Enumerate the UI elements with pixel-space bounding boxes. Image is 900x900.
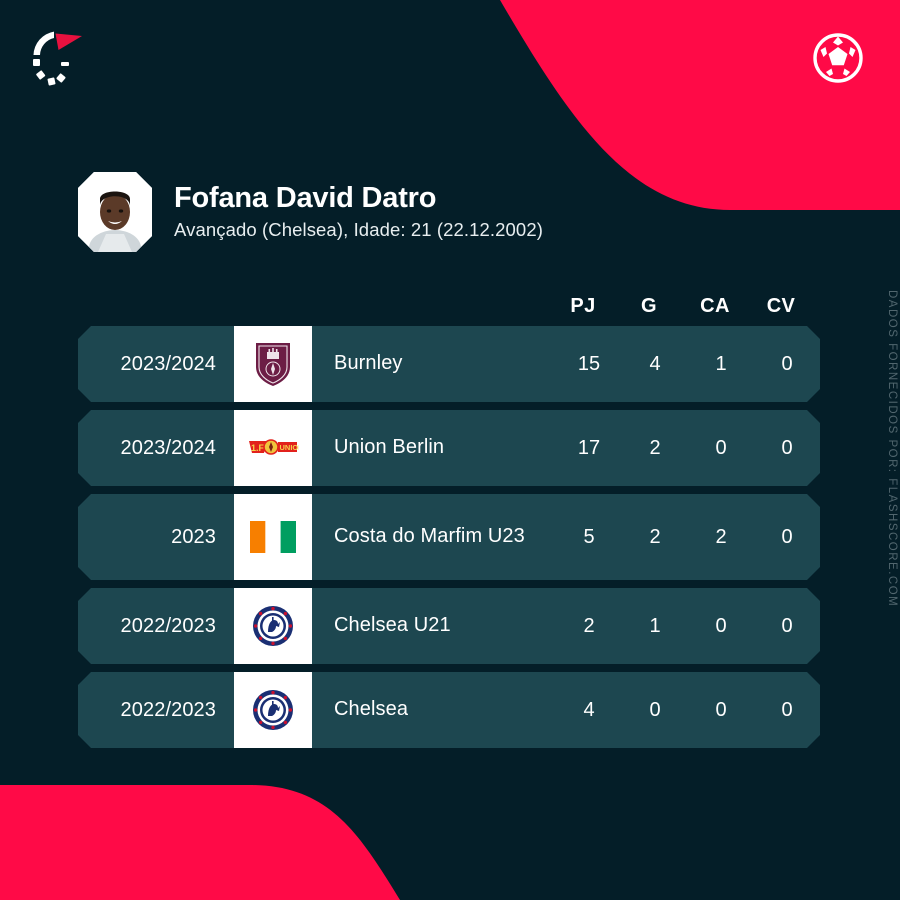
cell-g: 1 [649,614,661,637]
cell-pj: 2 [583,614,595,637]
cell-pj: 15 [577,352,601,375]
screenshot-root: Fofana David Datro Avançado (Chelsea), I… [0,0,900,900]
cell-season: 2023 [171,525,216,548]
page-title: Fofana David Datro [174,182,437,215]
column-header-pj: PJ [570,294,596,317]
table-row[interactable]: 2022/2023 Chelsea 4 0 0 0 [78,672,820,748]
chelsea-crest [234,588,312,664]
cell-cv: 0 [781,525,793,548]
cell-ca: 0 [715,436,727,459]
cell-g: 0 [649,698,661,721]
table-row[interactable]: 2023 Costa do Marfim U23 5 2 2 0 [78,494,820,580]
cell-season: 2022/2023 [120,614,216,637]
cell-season: 2022/2023 [120,698,216,721]
cell-cv: 0 [781,614,793,637]
cell-ca: 0 [715,698,727,721]
cell-cv: 0 [781,352,793,375]
table-row[interactable]: 2022/2023 Chelsea U21 2 1 0 0 [78,588,820,664]
cell-team[interactable]: Chelsea U21 [312,588,556,664]
table-body: 2023/2024Burnley154102023/20241.FCUNIONU… [78,326,820,748]
cell-ca: 2 [715,525,727,548]
table-header-row: PJ G CA CV [78,286,820,326]
cell-g: 2 [649,525,661,548]
cell-cv: 0 [781,436,793,459]
cell-g: 4 [649,352,661,375]
stats-table: PJ G CA CV 2023/2024 Burnley 15 4 1 0 2023/202… [78,286,820,756]
player-meta: Avançado (Chelsea), Idade: 21 (22.12.200… [174,218,543,240]
cell-g: 2 [649,436,661,459]
cell-team[interactable]: Costa do Marfim U23 [312,494,556,580]
flashscore-logo [33,31,82,86]
ivory-coast-flag [234,494,312,580]
cell-pj: 5 [583,525,595,548]
soccer-ball-icon [813,33,863,83]
column-header-ca: CA [700,294,730,317]
player-photo [78,172,152,252]
union-berlin-crest: 1.FCUNION [234,410,312,486]
table-row[interactable]: 2023/2024 Burnley 15 4 1 0 [78,326,820,402]
bottom-red-decoration [0,785,400,900]
chelsea-crest [234,672,312,748]
data-source-credit: DADOS FORNECIDOS POR: FLASHSCORE.COM [886,290,898,608]
cell-cv: 0 [781,698,793,721]
cell-team[interactable]: Chelsea [312,672,556,748]
cell-season: 2023/2024 [120,436,216,459]
cell-team[interactable]: Burnley [312,326,556,402]
column-header-g: G [641,294,657,317]
cell-ca: 1 [715,352,727,375]
column-header-cv: CV [766,294,796,317]
cell-season: 2023/2024 [120,352,216,375]
table-row[interactable]: 2023/2024 1.FCUNIONUnion Berlin 17 2 0 0 [78,410,820,486]
cell-pj: 17 [577,436,601,459]
burnley-crest [234,326,312,402]
cell-ca: 0 [715,614,727,637]
svg-text:UNION: UNION [280,443,300,452]
cell-pj: 4 [583,698,595,721]
player-header[interactable]: Fofana David Datro Avançado (Chelsea), I… [78,172,543,252]
cell-team[interactable]: Union Berlin [312,410,556,486]
